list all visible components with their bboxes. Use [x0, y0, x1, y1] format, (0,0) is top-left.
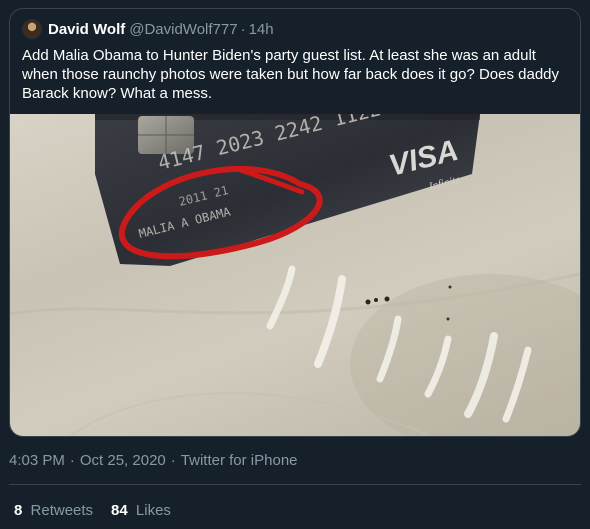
likes-count: 84 [111, 502, 128, 519]
tweet-date[interactable]: Oct 25, 2020 [80, 452, 166, 470]
separator-dot: · [170, 452, 176, 469]
tweet-time-ago[interactable]: 14h [249, 21, 274, 38]
photo-illustration: 4147 2023 2242 1122 2011 21 MALIA A OBAM… [10, 114, 580, 436]
tweet-media-photo[interactable]: 4147 2023 2242 1122 2011 21 MALIA A OBAM… [10, 114, 580, 436]
tweet-time[interactable]: 4:03 PM [9, 452, 65, 470]
retweets-count: 8 [14, 502, 23, 519]
separator-dot: · [69, 452, 75, 469]
tweet-source[interactable]: Twitter for iPhone [181, 452, 298, 470]
tweet-detail: David Wolf @DavidWolf777 · 14h Add Malia… [0, 0, 590, 529]
author-handle[interactable]: @DavidWolf777 [129, 21, 237, 38]
likes-label: Likes [135, 502, 171, 519]
likes-stat[interactable]: 84 Likes [111, 502, 171, 520]
powder-line [266, 265, 296, 330]
quoted-tweet-card[interactable]: David Wolf @DavidWolf777 · 14h Add Malia… [9, 8, 581, 437]
engagement-stats: 8 Retweets 84 Likes [14, 502, 189, 520]
separator-dot: · [240, 20, 246, 38]
divider [9, 484, 581, 485]
quoted-tweet-text: Add Malia Obama to Hunter Biden's party … [22, 47, 560, 102]
quoted-tweet-header: David Wolf @DavidWolf777 · 14h [22, 19, 274, 39]
retweets-stat[interactable]: 8 Retweets [14, 502, 93, 520]
tweet-meta: 4:03 PM · Oct 25, 2020 · Twitter for iPh… [9, 452, 298, 470]
avatar[interactable] [22, 19, 42, 39]
powder-line [314, 275, 346, 368]
retweets-label: Retweets [30, 502, 94, 519]
author-name[interactable]: David Wolf [48, 21, 125, 38]
